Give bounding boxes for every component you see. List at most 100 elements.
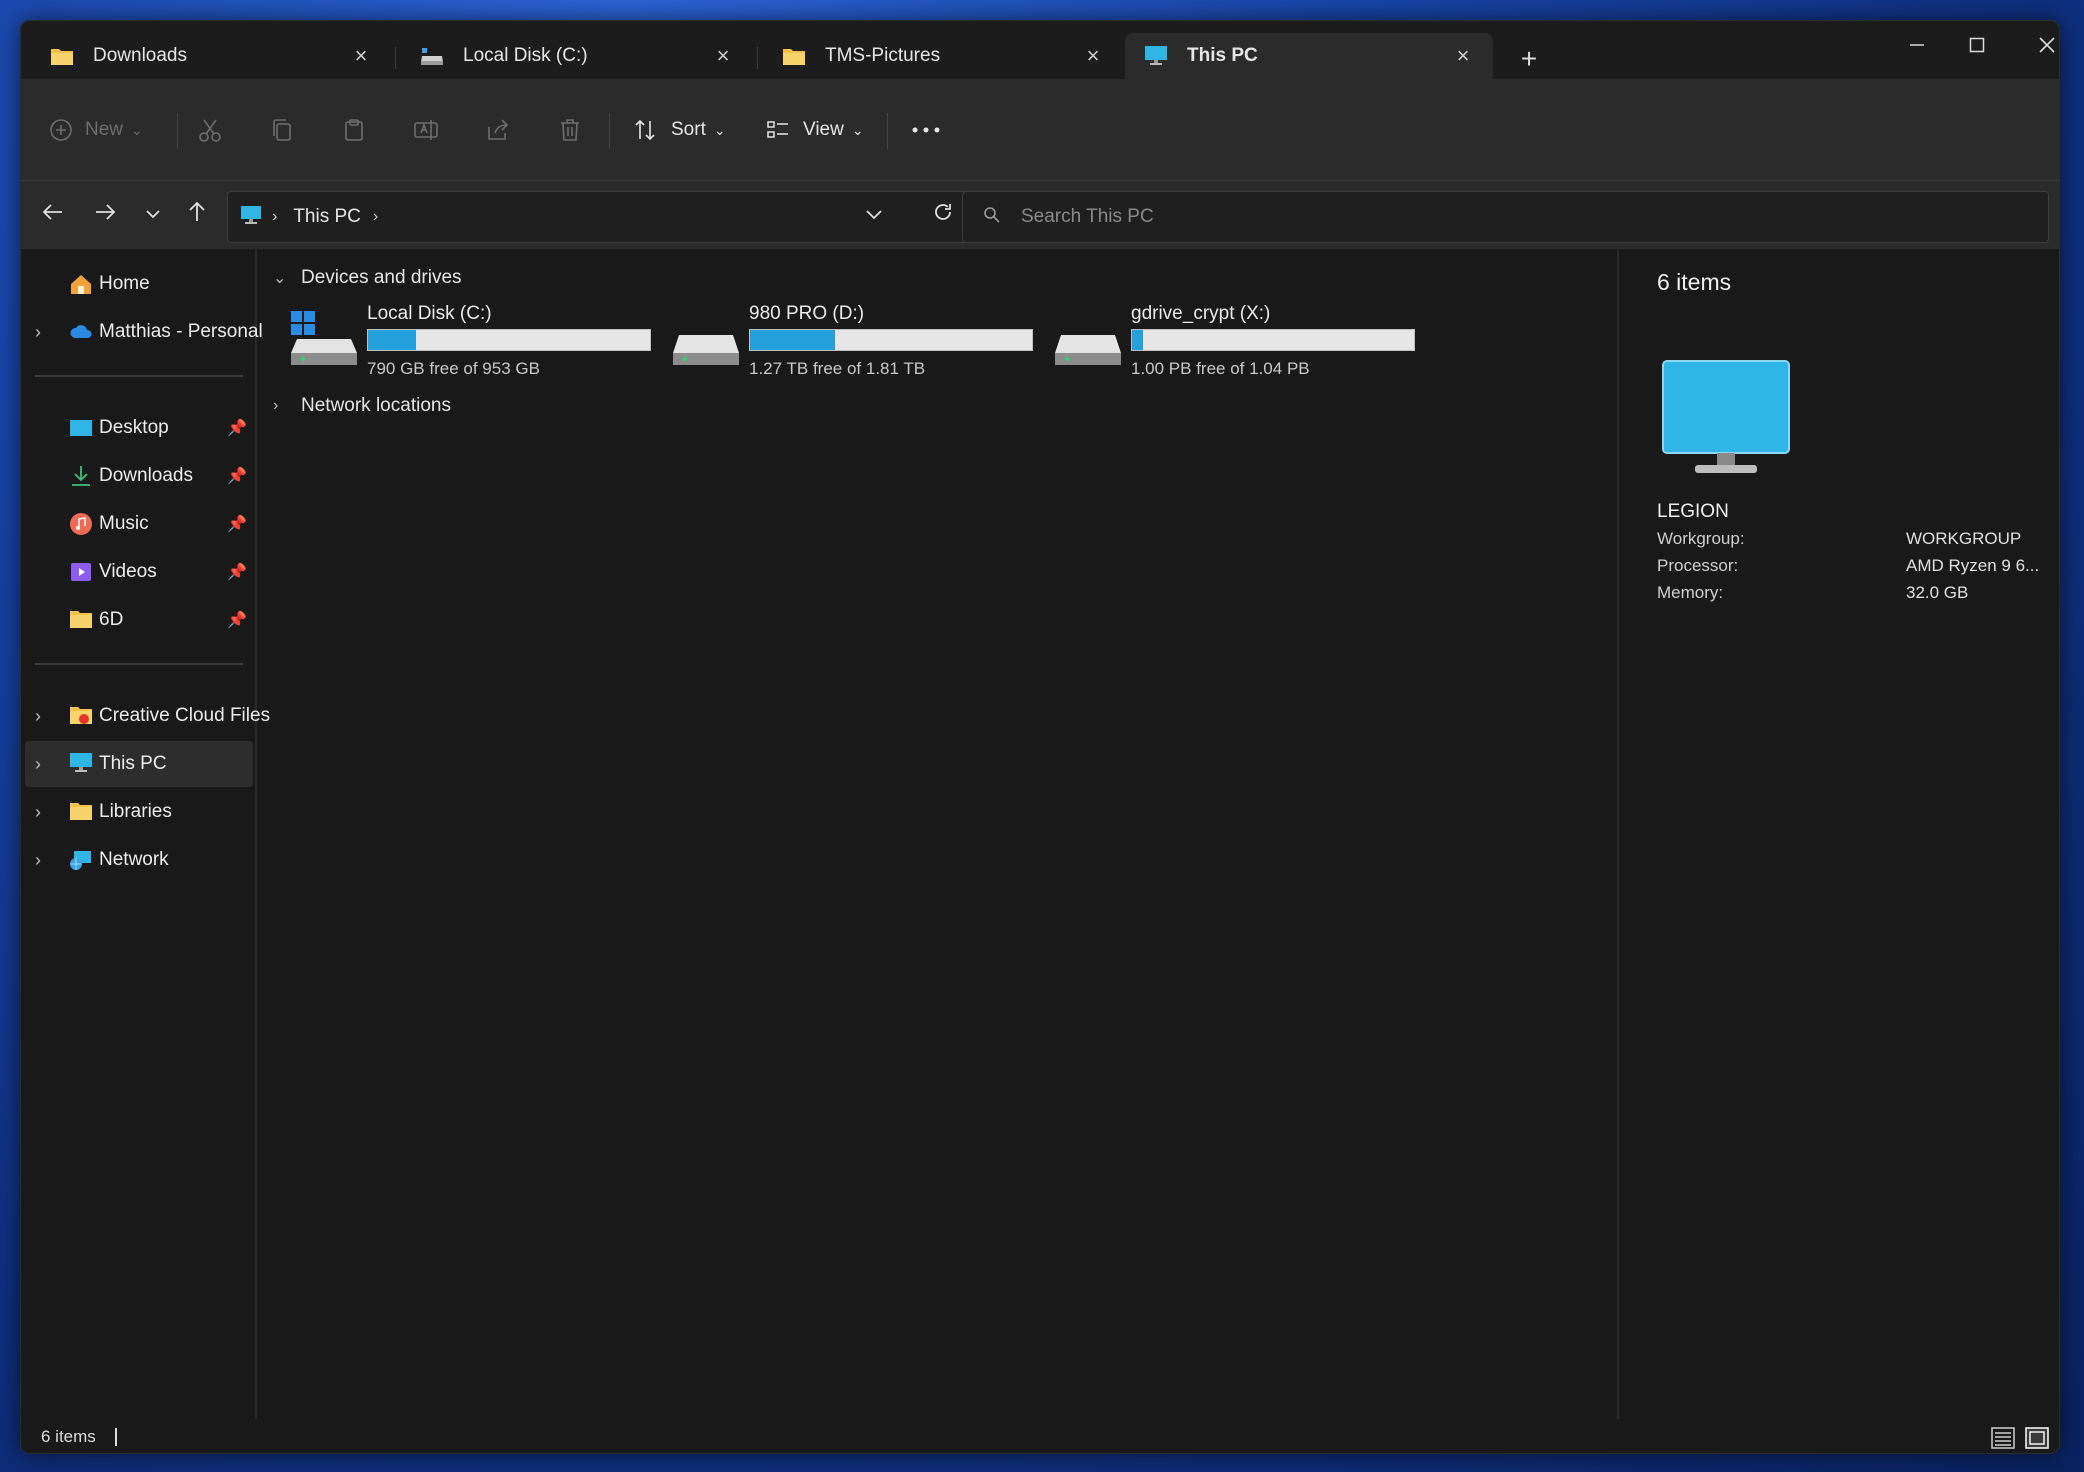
pin-icon[interactable]: 📌	[227, 610, 247, 630]
sidebar-item-onedrive[interactable]: › Matthias - Personal	[25, 309, 263, 355]
status-item-count: 6 items	[41, 1427, 96, 1446]
more-options-button[interactable]	[911, 79, 941, 181]
sidebar-item-6d[interactable]: 6D 📌	[25, 597, 253, 643]
close-icon[interactable]: ×	[711, 43, 735, 68]
drive-usage-bar	[367, 329, 651, 351]
details-pane: 6 items LEGION Workgroup: WORKGROUP Proc…	[1617, 249, 2059, 1439]
sort-button[interactable]: Sort ⌄	[633, 79, 726, 181]
chevron-right-icon[interactable]: ›	[35, 754, 41, 775]
pin-icon[interactable]: 📌	[227, 418, 247, 438]
monitor-icon	[240, 205, 262, 230]
copy-button[interactable]	[269, 79, 295, 181]
rename-icon	[413, 117, 439, 143]
file-explorer-window: Downloads × Local Disk (C:) × TMS-Pictur…	[20, 20, 2060, 1454]
new-tab-button[interactable]: +	[1509, 41, 1549, 77]
up-button[interactable]	[177, 195, 217, 235]
sidebar-item-downloads[interactable]: Downloads 📌	[25, 453, 253, 499]
chevron-right-icon[interactable]: ›	[35, 802, 41, 823]
large-icons-view-button[interactable]	[2025, 1427, 2049, 1449]
windows-drive-icon	[289, 309, 359, 367]
share-button[interactable]	[485, 79, 511, 181]
tab-local-disk[interactable]: Local Disk (C:) ×	[401, 33, 753, 79]
sidebar-item-music[interactable]: Music 📌	[25, 501, 253, 547]
maximize-button[interactable]	[1947, 27, 2007, 63]
desktop-icon	[69, 416, 93, 440]
status-bar: 6 items	[21, 1419, 2059, 1453]
drive-gdrive-crypt-x[interactable]: gdrive_crypt (X:) 1.00 PB free of 1.04 P…	[1053, 303, 1423, 383]
paste-button[interactable]	[341, 79, 367, 181]
chevron-down-icon: ⌄	[131, 121, 143, 138]
recent-locations-button[interactable]	[133, 195, 173, 235]
sidebar-item-libraries[interactable]: › Libraries	[25, 789, 253, 835]
drive-usage-bar	[749, 329, 1033, 351]
pin-icon[interactable]: 📌	[227, 466, 247, 486]
refresh-button[interactable]	[923, 195, 963, 235]
group-devices-and-drives[interactable]: ⌄ Devices and drives	[273, 267, 462, 289]
sidebar-item-home[interactable]: Home	[25, 261, 253, 307]
drive-local-disk-c[interactable]: Local Disk (C:) 790 GB free of 953 GB	[289, 303, 659, 383]
sidebar-item-desktop[interactable]: Desktop 📌	[25, 405, 253, 451]
folder-icon	[781, 45, 807, 67]
ellipsis-icon	[911, 125, 941, 135]
folder-icon	[49, 45, 75, 67]
command-bar: New ⌄ Sort ⌄ View ⌄	[21, 79, 2059, 181]
sidebar-item-network[interactable]: › Network	[25, 837, 253, 883]
drive-icon	[419, 45, 445, 67]
cut-icon	[197, 117, 223, 143]
view-button[interactable]: View ⌄	[765, 79, 864, 181]
tab-this-pc[interactable]: This PC ×	[1125, 33, 1493, 79]
chevron-down-icon: ⌄	[713, 121, 726, 138]
breadcrumb-this-pc[interactable]: This PC	[293, 206, 361, 228]
search-icon	[983, 206, 1001, 229]
navigation-row: › This PC ›	[21, 181, 2059, 249]
paste-icon	[341, 117, 367, 143]
back-button[interactable]	[33, 195, 73, 235]
cut-button[interactable]	[197, 79, 223, 181]
navigation-pane: Home › Matthias - Personal Desktop 📌 Dow…	[21, 249, 270, 1439]
chevron-down-icon: ⌄	[851, 121, 864, 138]
tab-downloads[interactable]: Downloads ×	[31, 33, 391, 79]
chevron-right-icon[interactable]: ›	[35, 850, 41, 871]
search-input[interactable]	[1021, 206, 1921, 228]
monitor-icon	[1661, 359, 1791, 484]
chevron-right-icon[interactable]: ›	[35, 706, 41, 727]
sort-icon	[633, 117, 659, 143]
address-history-button[interactable]	[864, 207, 884, 228]
drive-usage-bar	[1131, 329, 1415, 351]
new-button[interactable]: New ⌄	[49, 79, 143, 181]
details-item-count: 6 items	[1657, 269, 1732, 295]
arrow-right-icon	[94, 201, 116, 230]
view-icon	[765, 117, 791, 143]
folder-icon	[69, 608, 93, 632]
music-icon	[69, 512, 93, 536]
video-icon	[69, 560, 93, 584]
sidebar-item-videos[interactable]: Videos 📌	[25, 549, 253, 595]
library-icon	[69, 800, 93, 824]
minimize-button[interactable]	[1887, 27, 1947, 63]
chevron-down-icon: ⌄	[273, 270, 287, 287]
pin-icon[interactable]: 📌	[227, 514, 247, 534]
breadcrumb-separator-icon: ›	[272, 208, 278, 225]
tab-tms-pictures[interactable]: TMS-Pictures ×	[763, 33, 1123, 79]
close-window-button[interactable]	[2017, 27, 2059, 63]
close-icon[interactable]: ×	[349, 43, 373, 68]
details-view-button[interactable]	[1991, 1427, 2015, 1449]
drive-980-pro-d[interactable]: 980 PRO (D:) 1.27 TB free of 1.81 TB	[671, 303, 1041, 383]
group-network-locations[interactable]: › Network locations	[273, 395, 451, 417]
breadcrumb-separator-icon[interactable]: ›	[373, 208, 378, 226]
pin-icon[interactable]: 📌	[227, 562, 247, 582]
network-icon	[69, 848, 93, 872]
address-bar[interactable]: › This PC ›	[227, 191, 971, 243]
rename-button[interactable]	[413, 79, 439, 181]
sidebar-item-this-pc[interactable]: › This PC	[25, 741, 253, 787]
sidebar-item-creative-cloud[interactable]: › Creative Cloud Files	[25, 693, 270, 739]
drive-icon	[671, 309, 741, 367]
chevron-right-icon[interactable]: ›	[35, 322, 41, 343]
close-icon[interactable]: ×	[1081, 43, 1105, 68]
delete-button[interactable]	[557, 79, 583, 181]
drive-icon	[1053, 309, 1123, 367]
close-icon[interactable]: ×	[1451, 43, 1475, 68]
download-icon	[69, 464, 93, 488]
computer-name: LEGION	[1657, 501, 1729, 522]
forward-button[interactable]	[85, 195, 125, 235]
